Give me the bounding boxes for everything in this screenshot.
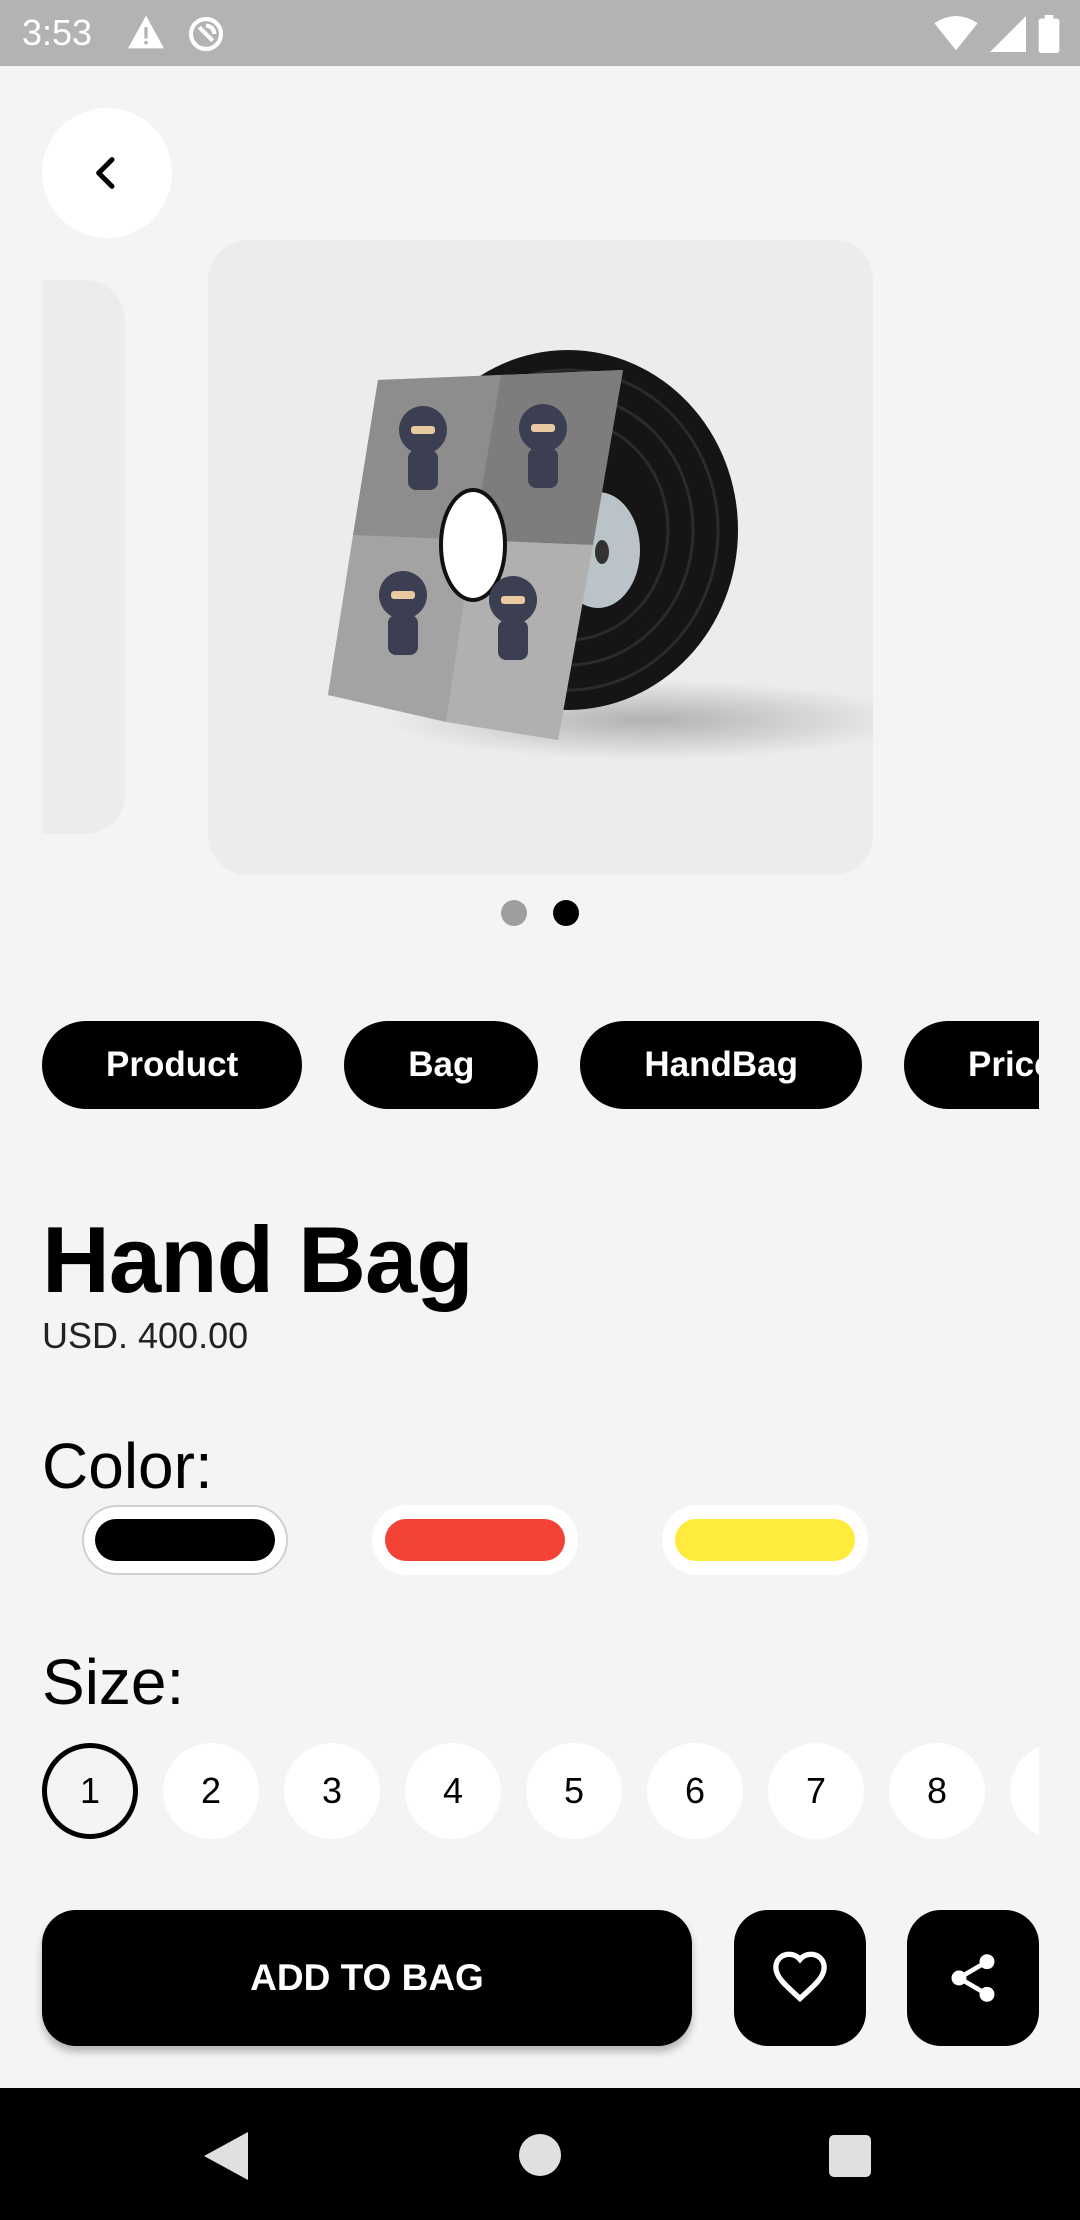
status-right-icons (934, 14, 1060, 54)
favorite-button[interactable] (734, 1910, 866, 2046)
share-button[interactable] (907, 1910, 1039, 2046)
back-button[interactable] (42, 108, 172, 238)
carousel-previous-slide[interactable] (42, 280, 125, 834)
carousel-indicator (0, 900, 1080, 926)
size-label: Size: (42, 1646, 185, 1718)
tag-chip[interactable]: HandBag (580, 1021, 862, 1109)
status-bar: 3:53 (0, 0, 1080, 66)
product-title: Hand Bag (42, 1207, 474, 1312)
color-options (82, 1505, 868, 1575)
recents-square-icon[interactable] (829, 2135, 871, 2177)
size-option[interactable]: 2 (163, 1743, 259, 1839)
color-label: Color: (42, 1430, 213, 1502)
size-option[interactable]: 5 (526, 1743, 622, 1839)
color-swatch (385, 1519, 565, 1561)
battery-icon (1038, 15, 1060, 53)
tag-list: Product Bag HandBag Price (42, 1021, 1039, 1109)
carousel-dot[interactable] (501, 900, 527, 926)
back-triangle-icon[interactable] (204, 2132, 248, 2180)
size-option[interactable]: 8 (889, 1743, 985, 1839)
tag-chip[interactable]: Bag (344, 1021, 539, 1109)
heart-outline-icon (773, 1951, 827, 2003)
chevron-left-icon (96, 157, 115, 189)
signal-icon (990, 16, 1026, 52)
size-option[interactable]: 6 (647, 1743, 743, 1839)
tag-chip[interactable]: Price (903, 1021, 1039, 1109)
size-option[interactable]: 4 (405, 1743, 501, 1839)
home-circle-icon[interactable] (519, 2134, 561, 2176)
carousel-dot-active[interactable] (553, 900, 579, 926)
product-price: USD. 400.00 (42, 1315, 249, 1356)
warning-icon (128, 15, 164, 49)
share-icon (951, 1954, 995, 2002)
color-swatch (675, 1519, 855, 1561)
vinyl-record-album-image (328, 350, 873, 760)
tag-chip[interactable]: Product (42, 1021, 303, 1109)
color-option-yellow[interactable] (662, 1505, 868, 1575)
color-option-black[interactable] (82, 1505, 288, 1575)
size-option[interactable]: 3 (284, 1743, 380, 1839)
size-option[interactable]: 1 (42, 1743, 138, 1839)
size-options: 123456789 (42, 1743, 1039, 1839)
color-swatch (95, 1519, 275, 1561)
wifi-icon (934, 16, 978, 51)
size-option[interactable]: 9 (1010, 1743, 1039, 1839)
sync-disabled-icon (188, 16, 224, 52)
size-option[interactable]: 7 (768, 1743, 864, 1839)
add-to-bag-button[interactable]: ADD TO BAG (42, 1910, 692, 2046)
status-time: 3:53 (22, 12, 93, 53)
color-option-red[interactable] (372, 1505, 578, 1575)
carousel-current-slide[interactable] (208, 240, 873, 875)
system-nav-bar (0, 2088, 1080, 2220)
